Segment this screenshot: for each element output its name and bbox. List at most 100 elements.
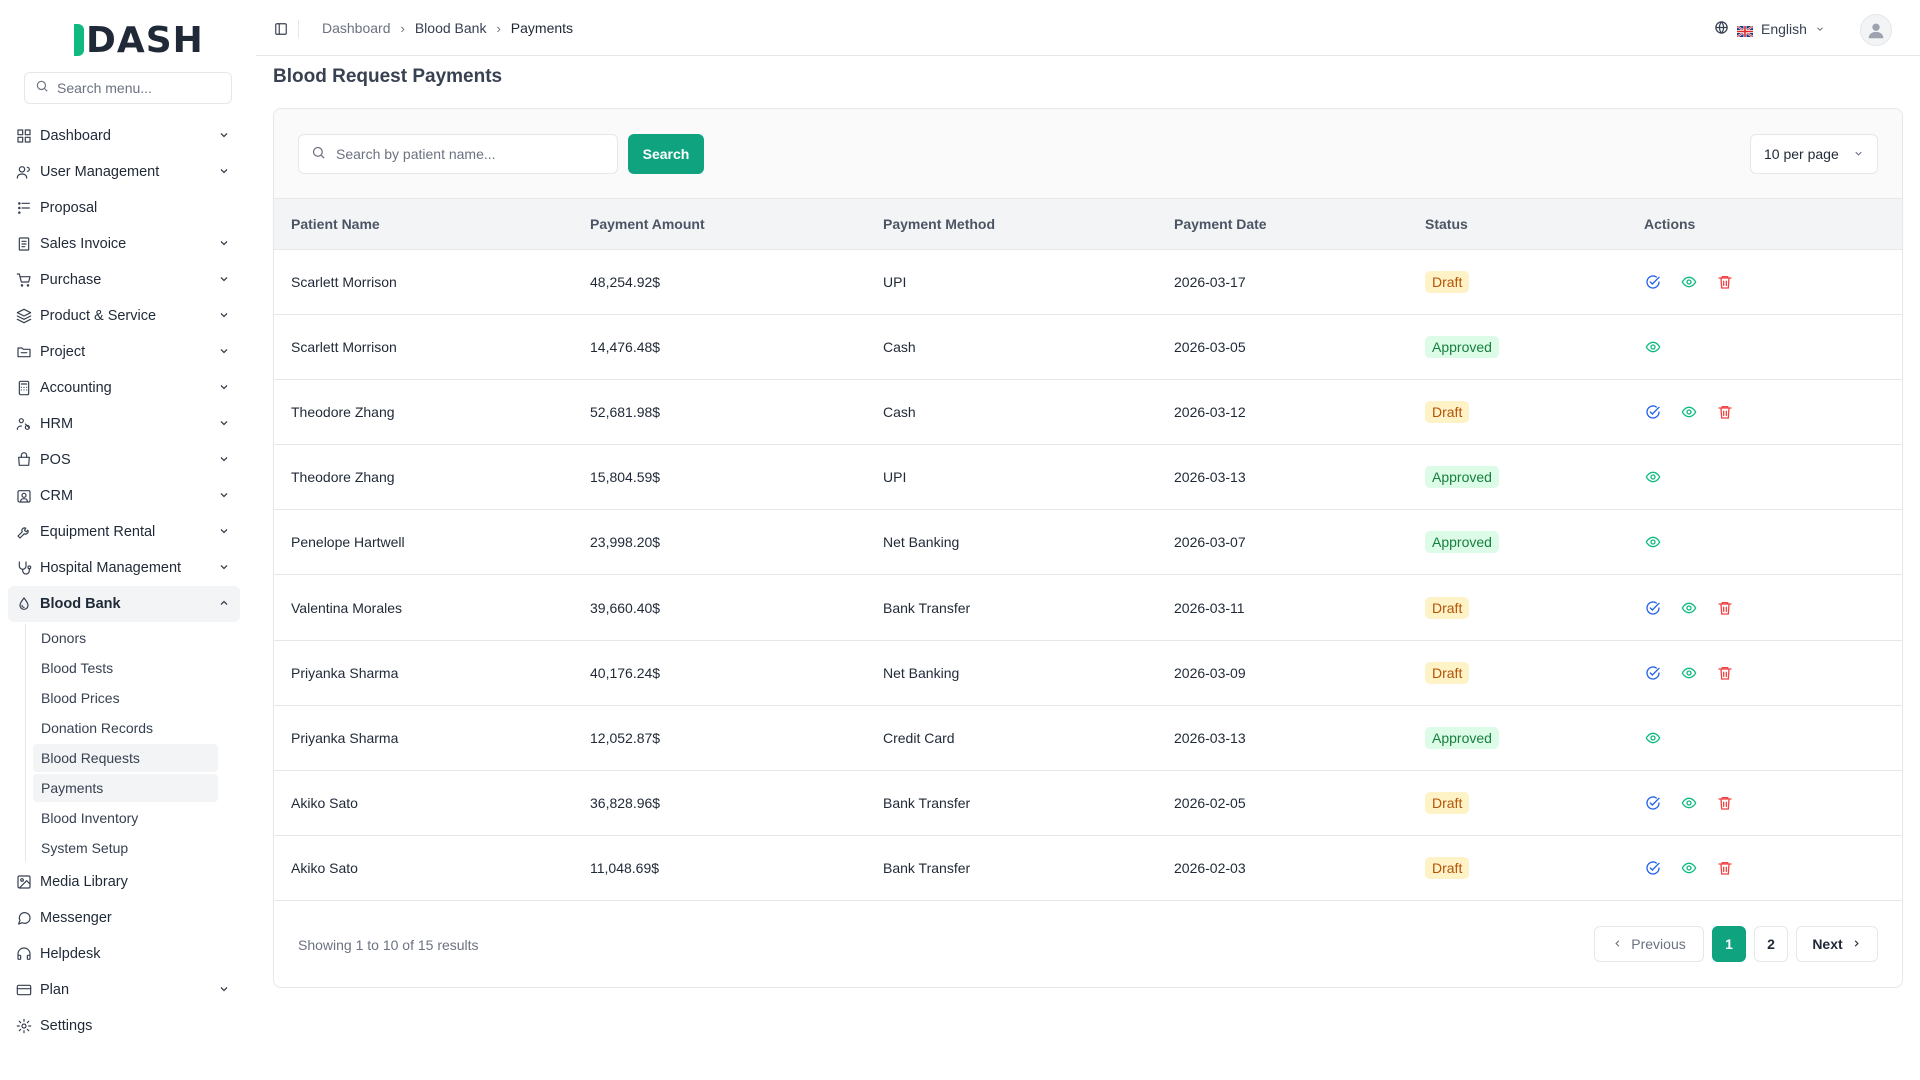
view-icon[interactable] [1680, 599, 1698, 617]
sidebar-item-purchase[interactable]: Purchase [8, 262, 240, 298]
app-logo[interactable]: DASH [74, 18, 204, 62]
table-row: Theodore Zhang 15,804.59$ UPI 2026-03-13 App… [274, 445, 1902, 510]
col-actions: Actions [1644, 199, 1902, 250]
delete-icon[interactable] [1716, 273, 1734, 291]
submenu-item-donors[interactable]: Donors [33, 624, 218, 652]
approve-icon[interactable] [1644, 664, 1662, 682]
sidebar-item-media-library[interactable]: Media Library [8, 864, 240, 900]
payment-amount: 12,052.87$ [590, 729, 661, 746]
sidebar-search-input[interactable] [57, 80, 217, 96]
topbar: Dashboard › Blood Bank › Payments Englis… [256, 0, 1920, 56]
patient-search[interactable] [298, 134, 618, 174]
sidebar: DASH Dashboard User Management Proposal Sal… [0, 0, 256, 1080]
patient-name: Penelope Hartwell [291, 534, 405, 551]
col-payment-amount[interactable]: Payment Amount [590, 199, 883, 250]
view-icon[interactable] [1680, 273, 1698, 291]
table-row: Priyanka Sharma 40,176.24$ Net Banking 2026… [274, 640, 1902, 706]
breadcrumb-blood-bank[interactable]: Blood Bank [415, 20, 487, 36]
sidebar-item-plan[interactable]: Plan [8, 972, 240, 1008]
view-icon[interactable] [1680, 664, 1698, 682]
delete-icon[interactable] [1716, 403, 1734, 421]
view-icon[interactable] [1680, 403, 1698, 421]
sidebar-item-project[interactable]: Project [8, 334, 240, 370]
view-icon[interactable] [1644, 468, 1662, 486]
sidebar-item-sales-invoice[interactable]: Sales Invoice [8, 226, 240, 262]
search-button[interactable]: Search [628, 134, 704, 174]
user-avatar[interactable] [1860, 14, 1892, 46]
per-page-select[interactable]: 10 per page [1750, 134, 1878, 174]
col-payment-date[interactable]: Payment Date [1174, 199, 1425, 250]
delete-icon[interactable] [1716, 599, 1734, 617]
sidebar-item-label: User Management [40, 164, 160, 180]
col-payment-method[interactable]: Payment Method [883, 199, 1174, 250]
sidebar-item-helpdesk[interactable]: Helpdesk [8, 936, 240, 972]
page-button-2[interactable]: 2 [1754, 926, 1788, 962]
delete-icon[interactable] [1716, 794, 1734, 812]
sidebar-toggle-icon[interactable] [274, 22, 288, 40]
cart-icon [16, 272, 32, 288]
sidebar-item-label: Proposal [40, 200, 98, 216]
breadcrumb-dashboard[interactable]: Dashboard [322, 20, 391, 36]
col-patient-name[interactable]: Patient Name [274, 199, 590, 250]
sidebar-search[interactable] [24, 72, 232, 104]
submenu-item-blood-tests[interactable]: Blood Tests [33, 654, 218, 682]
sidebar-item-user-management[interactable]: User Management [8, 154, 240, 190]
status-badge: Draft [1425, 400, 1470, 423]
sidebar-item-settings[interactable]: Settings [8, 1008, 240, 1044]
col-status[interactable]: Status [1425, 199, 1644, 250]
previous-label: Previous [1631, 936, 1686, 952]
globe-icon [1714, 20, 1729, 38]
chat-icon [16, 910, 32, 926]
approve-icon[interactable] [1644, 403, 1662, 421]
users-icon [16, 164, 32, 180]
patient-name: Priyanka Sharma [291, 729, 399, 746]
sidebar-item-dashboard[interactable]: Dashboard [8, 118, 240, 154]
approve-icon[interactable] [1644, 273, 1662, 291]
row-actions [1644, 533, 1902, 551]
sidebar-item-equipment-rental[interactable]: Equipment Rental [8, 514, 240, 550]
view-icon[interactable] [1680, 859, 1698, 877]
submenu-item-blood-requests[interactable]: Blood Requests [33, 744, 218, 772]
uk-flag-icon [1736, 24, 1754, 38]
submenu-item-blood-inventory[interactable]: Blood Inventory [33, 804, 218, 832]
sidebar-item-product-and-service[interactable]: Product & Service [8, 298, 240, 334]
sidebar-item-blood-bank[interactable]: Blood Bank [8, 586, 240, 622]
sidebar-item-pos[interactable]: POS [8, 442, 240, 478]
next-page-button[interactable]: Next [1796, 926, 1878, 962]
sidebar-item-proposal[interactable]: Proposal [8, 190, 240, 226]
delete-icon[interactable] [1716, 664, 1734, 682]
approve-icon[interactable] [1644, 599, 1662, 617]
table-row: Scarlett Morrison 48,254.92$ UPI 2026-03-17… [274, 249, 1902, 315]
view-icon[interactable] [1644, 729, 1662, 747]
patient-name: Akiko Sato [291, 860, 358, 877]
patient-search-input[interactable] [336, 146, 606, 162]
previous-page-button[interactable]: Previous [1594, 926, 1704, 962]
view-icon[interactable] [1644, 338, 1662, 356]
chevron-down-icon [218, 525, 230, 541]
submenu-item-donation-records[interactable]: Donation Records [33, 714, 218, 742]
sidebar-item-label: Equipment Rental [40, 524, 156, 540]
row-actions [1644, 794, 1902, 812]
view-icon[interactable] [1644, 533, 1662, 551]
approve-icon[interactable] [1644, 794, 1662, 812]
gear-icon [16, 1018, 32, 1034]
submenu-item-system-setup[interactable]: System Setup [33, 834, 218, 862]
sidebar-item-accounting[interactable]: Accounting [8, 370, 240, 406]
proposal-icon [16, 200, 32, 216]
chevron-down-icon [218, 129, 230, 145]
delete-icon[interactable] [1716, 859, 1734, 877]
approve-icon[interactable] [1644, 859, 1662, 877]
submenu-item-blood-prices[interactable]: Blood Prices [33, 684, 218, 712]
payment-method: UPI [883, 469, 907, 486]
sidebar-item-crm[interactable]: CRM [8, 478, 240, 514]
submenu-item-payments[interactable]: Payments [33, 774, 218, 802]
sidebar-item-label: Plan [40, 982, 70, 998]
language-selector[interactable]: English [1714, 20, 1825, 38]
view-icon[interactable] [1680, 794, 1698, 812]
image-icon [16, 874, 32, 890]
sidebar-item-hrm[interactable]: HRM [8, 406, 240, 442]
sidebar-item-hospital-management[interactable]: Hospital Management [8, 550, 240, 586]
sidebar-item-messenger[interactable]: Messenger [8, 900, 240, 936]
payment-date: 2026-03-05 [1174, 338, 1246, 355]
page-button-1[interactable]: 1 [1712, 926, 1746, 962]
